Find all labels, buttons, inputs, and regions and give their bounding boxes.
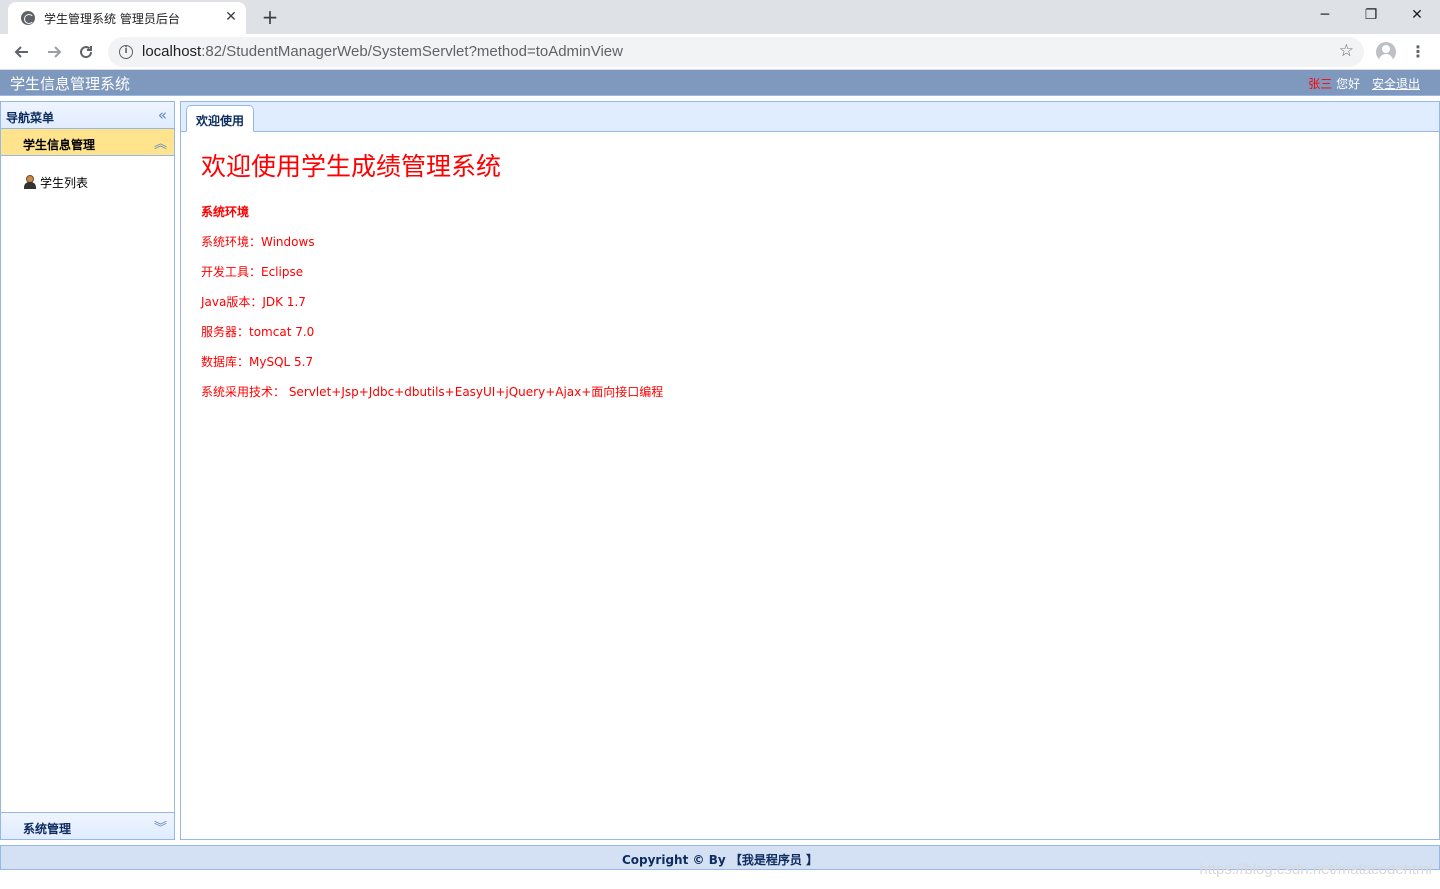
info-icon[interactable]: i <box>119 45 133 59</box>
close-tab-icon[interactable]: ✕ <box>223 9 239 25</box>
window-close-icon[interactable]: ✕ <box>1394 0 1440 30</box>
env-line: 系统采用技术： Servlet+Jsp+Jdbc+dbutils+EasyUI+… <box>201 385 664 399</box>
nav-panel: 导航菜单 « 学生信息管理 ︽ 学生列表 系统管理 ︾ <box>0 101 175 840</box>
env-title: 系统环境 <box>201 205 250 219</box>
user-name: 张三 <box>1308 77 1333 91</box>
sidebar-item-label: 学生列表 <box>40 175 89 190</box>
back-arrow-icon[interactable] <box>8 38 36 66</box>
minimize-icon[interactable]: ─ <box>1302 0 1348 30</box>
app-title: 学生信息管理系统 <box>10 75 131 93</box>
tab-label: 欢迎使用 <box>196 114 245 128</box>
app-header: 学生信息管理系统 张三 您好 安全退出 <box>0 70 1440 96</box>
page: 学生信息管理系统 张三 您好 安全退出 导航菜单 « 学生信息管理 ︽ 学生列表… <box>0 70 1440 889</box>
collapse-left-icon[interactable]: « <box>158 106 167 124</box>
url-text: localhost:82/StudentManagerWeb/SystemSer… <box>142 43 623 60</box>
star-icon[interactable]: ☆ <box>1339 41 1354 61</box>
forward-arrow-icon[interactable] <box>40 38 68 66</box>
chevron-down-icon[interactable]: ︾ <box>154 817 167 836</box>
new-tab-button[interactable]: + <box>258 5 282 29</box>
restore-icon[interactable]: ❐ <box>1348 0 1394 30</box>
watermark: https://blog.csdn.net/matacodehtml <box>1199 861 1432 878</box>
tab-welcome[interactable]: 欢迎使用 <box>186 105 255 132</box>
accordion-student-info[interactable]: 学生信息管理 ︽ <box>1 129 174 156</box>
reload-icon[interactable] <box>72 38 100 66</box>
logout-link[interactable]: 安全退出 <box>1372 77 1420 91</box>
tabs-header: 欢迎使用 <box>181 102 1439 132</box>
browser-tabstrip: 学生管理系统 管理员后台 ✕ + ─ ❐ ✕ <box>0 0 1440 34</box>
main-panel: 欢迎使用 欢迎使用学生成绩管理系统 系统环境 系统环境：Windows 开发工具… <box>180 101 1440 840</box>
greeting: 您好 <box>1336 77 1361 91</box>
env-line: Java版本：JDK 1.7 <box>201 295 306 309</box>
browser-tab-title: 学生管理系统 管理员后台 <box>44 12 180 26</box>
copyright-text: Copyright © By 【我是程序员 】 <box>621 853 819 867</box>
chevron-up-icon[interactable]: ︽ <box>154 133 167 152</box>
browser-tab[interactable]: 学生管理系统 管理员后台 ✕ <box>8 2 246 34</box>
accordion-title: 学生信息管理 <box>23 138 96 152</box>
url-path: :82/StudentManagerWeb/SystemServlet?meth… <box>201 43 623 60</box>
globe-icon <box>21 11 35 25</box>
env-line: 服务器：tomcat 7.0 <box>201 325 315 339</box>
nav-panel-header: 导航菜单 « <box>1 102 174 129</box>
env-line: 系统环境：Windows <box>201 235 315 249</box>
url-host: localhost <box>142 43 202 60</box>
nav-panel-title: 导航菜单 <box>6 111 55 125</box>
browser-toolbar: i localhost:82/StudentManagerWeb/SystemS… <box>0 34 1440 70</box>
accordion-system-management[interactable]: 系统管理 ︾ <box>1 812 174 839</box>
address-bar[interactable]: i localhost:82/StudentManagerWeb/SystemS… <box>108 37 1364 67</box>
welcome-content: 欢迎使用学生成绩管理系统 系统环境 系统环境：Windows 开发工具：Ecli… <box>201 147 663 413</box>
profile-icon[interactable] <box>1376 42 1396 62</box>
menu-dots-icon[interactable]: ⋮ <box>1408 40 1428 64</box>
sidebar-item-student-list[interactable]: 学生列表 <box>23 173 88 191</box>
accordion-body: 学生列表 <box>1 156 174 811</box>
env-line: 开发工具：Eclipse <box>201 265 304 279</box>
welcome-heading: 欢迎使用学生成绩管理系统 <box>201 152 502 181</box>
accordion-title: 系统管理 <box>23 822 72 836</box>
user-area: 张三 您好 安全退出 <box>1308 75 1420 92</box>
user-icon <box>23 175 37 189</box>
env-line: 数据库：MySQL 5.7 <box>201 355 314 369</box>
